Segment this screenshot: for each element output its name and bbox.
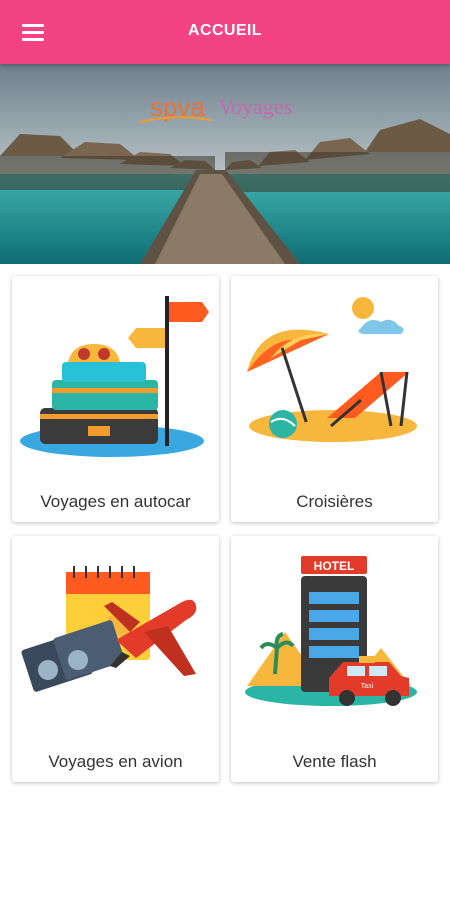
overwater-bungalows-photo: spva Voyages — [0, 64, 450, 264]
hotel-taxi-icon: HOTEL Taxi — [245, 556, 417, 706]
card-croisieres[interactable]: Croisières — [231, 276, 438, 522]
card-label: Croisières — [296, 492, 373, 511]
card-voyages-avion[interactable]: Voyages en avion — [12, 536, 219, 782]
card-label: Voyages en avion — [48, 752, 183, 771]
logo-voyages: Voyages — [218, 94, 292, 119]
taxi-label-text: Taxi — [361, 683, 374, 690]
hero-banner: spva Voyages — [0, 64, 450, 264]
card-voyages-autocar[interactable]: Voyages en autocar — [12, 276, 219, 522]
luggage-signpost-icon — [20, 296, 209, 457]
airplane-tickets-icon — [21, 566, 197, 692]
beach-umbrella-icon — [247, 297, 417, 442]
card-vente-flash[interactable]: HOTEL Taxi Vente flash — [231, 536, 438, 782]
app-bar: ACCUEIL — [0, 0, 450, 64]
card-label: Vente flash — [292, 752, 377, 771]
page-title: ACCUEIL — [188, 22, 262, 39]
card-label: Voyages en autocar — [40, 492, 191, 511]
hotel-sign-text: HOTEL — [314, 559, 355, 573]
